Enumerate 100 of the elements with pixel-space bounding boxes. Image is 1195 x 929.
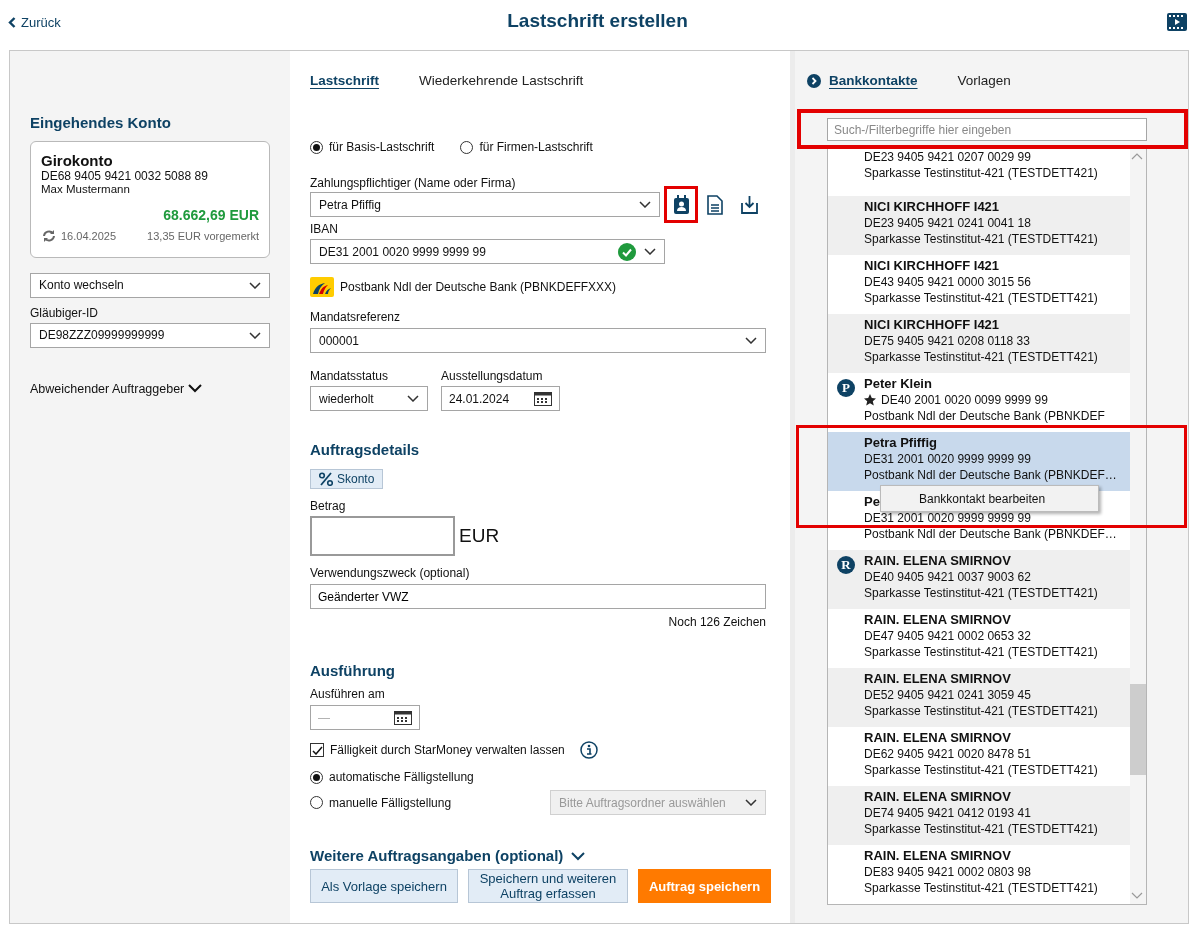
- contact-name: NICI KIRCHHOFF I421: [864, 258, 1000, 274]
- toolbar-button[interactable]: [664, 186, 698, 223]
- contact-name: RAIN. ELENA SMIRNOV: [864, 730, 1011, 746]
- contact-item[interactable]: NICI KIRCHHOFF I421 DE43 9405 9421 0000 3015 56 Sparkasse Testinstitut-421 (TESTDETT421): [828, 255, 1130, 314]
- payer-select[interactable]: Petra Pfiffig: [310, 192, 660, 217]
- account-owner: Max Mustermann: [41, 183, 131, 196]
- chevron-icon[interactable]: [188, 384, 203, 394]
- radio-label[interactable]: automatische Fälligstellung: [329, 768, 474, 786]
- checkbox[interactable]: [310, 743, 324, 757]
- contact-name: RAIN. ELENA SMIRNOV: [864, 789, 1011, 805]
- contact-iban: DE31 2001 0020 9999 9999 99: [864, 510, 1031, 526]
- currency-label: EUR: [459, 523, 500, 548]
- contact-item[interactable]: RAIN. ELENA SMIRNOV DE52 9405 9421 0241 3059 45 Sparkasse Testinstitut-421 (TESTDETT421): [828, 668, 1130, 727]
- date-field[interactable]: 24.01.2024: [441, 386, 560, 411]
- field-label: IBAN: [310, 222, 339, 236]
- radio-label[interactable]: manuelle Fälligstellung: [329, 793, 452, 812]
- contact-book-icon[interactable]: [672, 194, 690, 215]
- contact-iban: DE23 9405 9421 0241 0041 18: [864, 215, 1031, 231]
- contact-name: RAIN. ELENA SMIRNOV: [864, 671, 1011, 687]
- account-iban: DE68 9405 9421 0032 5088 89: [41, 169, 209, 183]
- radio-button[interactable]: [310, 140, 323, 154]
- chevron-left-icon[interactable]: [8, 17, 16, 28]
- scroll-down-icon[interactable]: [1131, 892, 1143, 899]
- contact-bank: Sparkasse Testinstitut-421 (TESTDETT421): [864, 165, 1099, 181]
- contact-iban: DE40 2001 0020 0099 9999 99: [881, 392, 1048, 408]
- pending-amount: 13,35 EUR vorgemerkt: [147, 229, 259, 244]
- percent-icon[interactable]: [319, 472, 333, 486]
- iban-select[interactable]: DE31 2001 0020 9999 9999 99: [310, 239, 665, 264]
- contact-item[interactable]: P Peter Klein DE40 2001 0020 0099 9999 99 Postbank Ndl der Deutsche Bank (PBNKDEF: [828, 373, 1130, 432]
- document-icon[interactable]: [706, 194, 724, 215]
- account-balance: 68.662,69 EUR: [162, 206, 259, 225]
- radio-label[interactable]: für Firmen-Lastschrift: [479, 138, 593, 156]
- contact-bank: Sparkasse Testinstitut-421 (TESTDETT421): [864, 290, 1099, 306]
- contact-iban: DE74 9405 9421 0412 0193 41: [864, 805, 1031, 821]
- contact-item[interactable]: RAIN. ELENA SMIRNOV DE62 9405 9421 0020 8478 51 Sparkasse Testinstitut-421 (TESTDETT421): [828, 727, 1130, 786]
- contact-item[interactable]: RAIN. ELENA SMIRNOV DE83 9405 9421 0002 0803 98 Sparkasse Testinstitut-421 (TESTDETT421): [828, 845, 1130, 904]
- contact-bank: Postbank Ndl der Deutsche Bank (PBNKDEF…: [864, 467, 1118, 483]
- action-button[interactable]: Als Vorlage speichern: [310, 869, 458, 903]
- back-link[interactable]: Zurück: [8, 13, 61, 33]
- contact-name: Petra Pfiffig: [864, 435, 937, 451]
- field-label: Verwendungszweck (optional): [310, 566, 471, 580]
- contact-item[interactable]: NICI KIRCHHOFF I421 DE23 9405 9421 0241 0041 18 Sparkasse Testinstitut-421 (TESTDETT421): [828, 196, 1130, 255]
- expander-label[interactable]: Weitere Auftragsangaben (optional): [310, 845, 564, 868]
- mandate-select[interactable]: 000001: [310, 328, 766, 353]
- contact-name: Peter Klein: [864, 376, 932, 392]
- contact-item[interactable]: NICI KIRCHHOFF I421 DE75 9405 9421 0208 0118 33 Sparkasse Testinstitut-421 (TESTDETT421): [828, 314, 1130, 373]
- contact-name: RAIN. ELENA SMIRNOV: [864, 553, 1011, 569]
- scroll-up-icon[interactable]: [1131, 153, 1143, 160]
- account-select[interactable]: Konto wechseln: [30, 272, 270, 298]
- radio-button[interactable]: [310, 770, 323, 784]
- discount-button[interactable]: Skonto: [310, 469, 384, 489]
- chevron-icon: [639, 201, 651, 208]
- contact-iban: DE43 9405 9421 0000 3015 56: [864, 274, 1031, 290]
- contact-item[interactable]: R RAIN. ELENA SMIRNOV DE40 9405 9421 0037 9003 62 Sparkasse Testinstitut-421 (TESTDETT421): [828, 550, 1130, 609]
- chevron-icon: [249, 331, 261, 339]
- status-select[interactable]: wiederholt: [310, 386, 428, 411]
- sync-date: 16.04.2025: [61, 229, 117, 244]
- contact-bank: Sparkasse Testinstitut-421 (TESTDETT421): [864, 703, 1099, 719]
- contact-item[interactable]: RAIN. ELENA SMIRNOV DE47 9405 9421 0002 0653 32 Sparkasse Testinstitut-421 (TESTDETT421): [828, 609, 1130, 668]
- radio-label[interactable]: für Basis-Lastschrift: [329, 138, 435, 156]
- chevron-icon: [745, 337, 757, 344]
- menu-item[interactable]: Bankkontakt bearbeiten: [919, 490, 1046, 507]
- contact-iban: DE52 9405 9421 0241 3059 45: [864, 687, 1031, 703]
- download-icon[interactable]: [740, 194, 758, 215]
- radio-button[interactable]: [460, 140, 474, 154]
- calendar-icon[interactable]: [394, 710, 412, 725]
- search-field[interactable]: Such-/Filterbegriffe hier eingeben: [827, 118, 1147, 141]
- tab[interactable]: Wiederkehrende Lastschrift: [419, 71, 584, 116]
- chevron-icon[interactable]: [571, 851, 586, 861]
- contact-iban: DE31 2001 0020 9999 9999 99: [864, 451, 1031, 467]
- checkbox-label[interactable]: Fälligkeit durch StarMoney verwalten lassen: [330, 741, 565, 759]
- contact-iban: DE75 9405 9421 0208 0118 33: [864, 333, 1030, 349]
- amount-field[interactable]: [310, 516, 455, 556]
- expander-label[interactable]: Abweichender Auftraggeber: [30, 379, 185, 399]
- contact-name: NICI KIRCHHOFF I421: [864, 199, 1000, 215]
- section-heading: Ausführung: [310, 662, 396, 680]
- chevron-icon: [745, 799, 757, 806]
- page-title: Lastschrift erstellen: [507, 9, 688, 33]
- contact-type-icon: P: [837, 379, 855, 397]
- video-icon[interactable]: [1167, 12, 1187, 32]
- tab[interactable]: Vorlagen: [957, 71, 1011, 92]
- tab[interactable]: Lastschrift: [310, 71, 380, 116]
- info-icon[interactable]: [579, 741, 598, 759]
- purpose-field[interactable]: Geänderter VWZ: [310, 584, 766, 609]
- creditor-select[interactable]: DE98ZZZ09999999999: [30, 322, 270, 348]
- contact-iban: DE62 9405 9421 0020 8478 51: [864, 746, 1031, 762]
- field-label: Ausführen am: [310, 687, 386, 701]
- action-button[interactable]: Speichern und weiteren Auftrag erfassen: [468, 869, 628, 903]
- calendar-icon[interactable]: [534, 391, 552, 406]
- contact-name: RAIN. ELENA SMIRNOV: [864, 612, 1011, 628]
- contact-bank: Sparkasse Testinstitut-421 (TESTDETT421): [864, 585, 1099, 601]
- contact-bank: Sparkasse Testinstitut-421 (TESTDETT421): [864, 880, 1099, 896]
- contact-bank: Postbank Ndl der Deutsche Bank (PBNKDEF…: [864, 526, 1118, 542]
- refresh-icon[interactable]: [41, 229, 57, 244]
- tab[interactable]: Bankkontakte: [807, 71, 918, 92]
- contact-item[interactable]: DE23 9405 9421 0207 0029 99 Sparkasse Testinstitut-421 (TESTDETT421): [828, 147, 1130, 196]
- section-heading: Eingehendes Konto: [30, 114, 172, 132]
- contact-item[interactable]: RAIN. ELENA SMIRNOV DE74 9405 9421 0412 0193 41 Sparkasse Testinstitut-421 (TESTDETT421): [828, 786, 1130, 845]
- radio-button[interactable]: [310, 796, 323, 809]
- contact-iban: DE83 9405 9421 0002 0803 98: [864, 864, 1031, 880]
